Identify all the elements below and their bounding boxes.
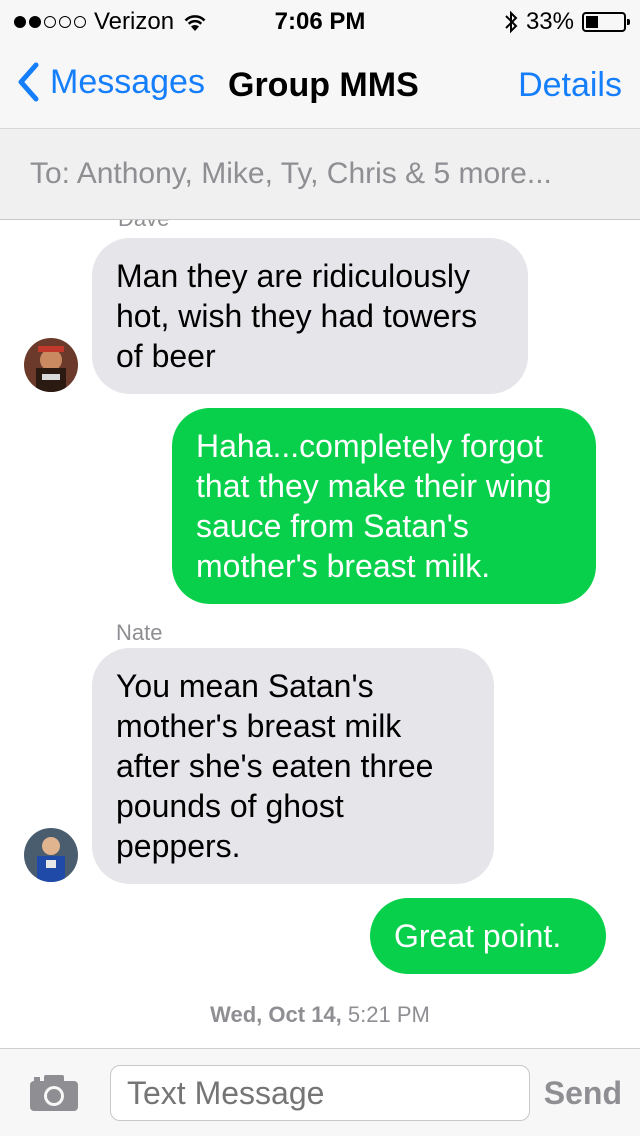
send-button[interactable]: Send: [544, 1075, 622, 1112]
bluetooth-icon: [505, 10, 518, 34]
status-bar: Verizon 7:06 PM 33%: [0, 0, 640, 40]
conversation-title: Group MMS: [228, 66, 419, 104]
battery-percent: 33%: [525, 8, 574, 35]
message-bubble-outgoing[interactable]: Haha...completely forgot that they make …: [172, 408, 596, 604]
avatar[interactable]: [24, 338, 78, 392]
camera-icon[interactable]: [28, 1073, 80, 1113]
compose-bar: Send: [0, 1048, 640, 1136]
message-bubble-outgoing[interactable]: Great point.: [370, 898, 606, 974]
message-bubble-incoming[interactable]: You mean Satan's mother's breast milk af…: [92, 648, 494, 884]
recipients-bar[interactable]: To: Anthony, Mike, Ty, Chris & 5 more...: [0, 128, 640, 220]
sender-name: Dave: [118, 220, 169, 232]
timestamp: Wed, Oct 14, 5:21 PM: [210, 1002, 430, 1027]
recipients-text: To: Anthony, Mike, Ty, Chris & 5 more...: [30, 157, 552, 190]
chevron-left-icon: [18, 62, 39, 102]
battery-icon: [582, 12, 630, 32]
back-button[interactable]: Messages: [16, 62, 205, 102]
sender-name: Nate: [116, 620, 163, 645]
navigation-bar: Messages Group MMS Details: [0, 40, 640, 128]
avatar[interactable]: [24, 828, 78, 882]
message-input[interactable]: [110, 1065, 530, 1121]
message-thread[interactable]: Dave Man they are ridiculously hot, wish…: [0, 220, 640, 1048]
details-button[interactable]: Details: [518, 66, 622, 105]
back-label: Messages: [50, 62, 205, 101]
message-bubble-incoming[interactable]: Man they are ridiculously hot, wish they…: [92, 238, 528, 394]
